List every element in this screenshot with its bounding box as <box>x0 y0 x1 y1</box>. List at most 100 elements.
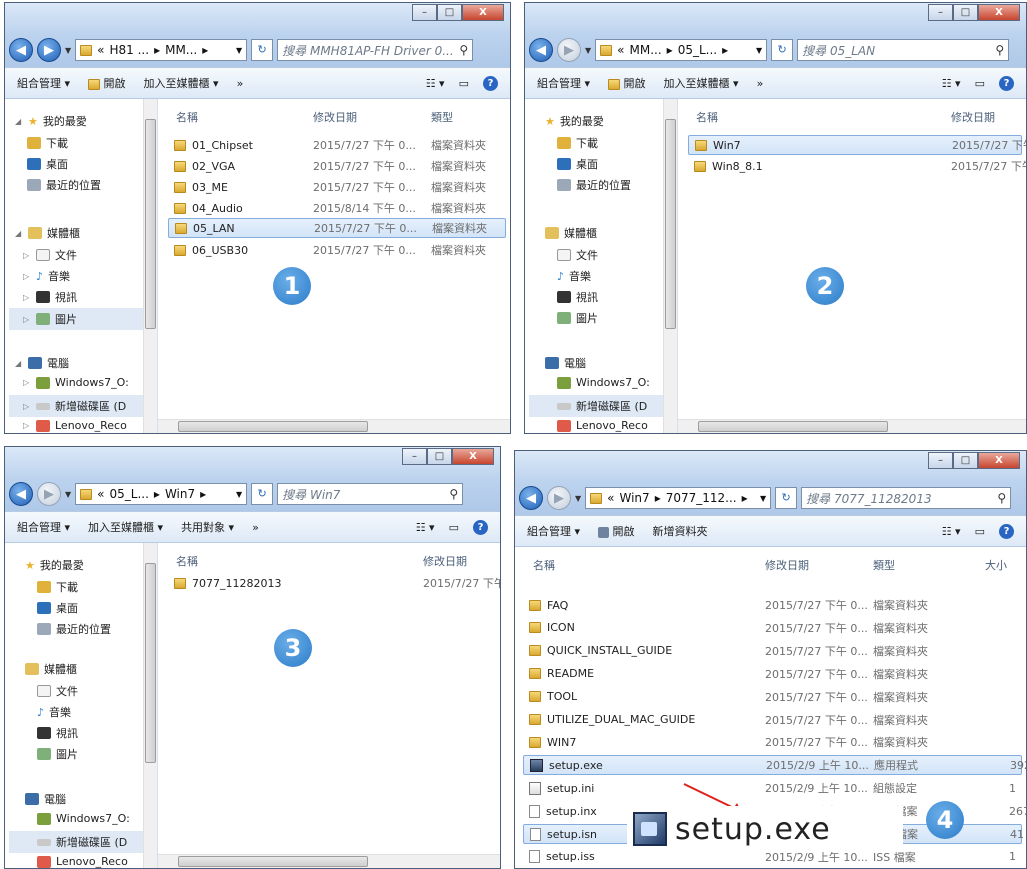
horizontal-scrollbar[interactable] <box>158 419 510 433</box>
scroll-thumb[interactable] <box>665 119 676 329</box>
recent-pages-dropdown-icon[interactable]: ▼ <box>65 490 71 499</box>
minimize-button[interactable]: – <box>412 4 437 21</box>
address-dropdown-icon[interactable]: ▼ <box>760 494 766 503</box>
file-row[interactable]: ICON 2015/7/27 下午 0... 檔案資料夾 <box>523 618 1022 638</box>
change-view-icon[interactable]: ☷ ▾ <box>942 525 961 538</box>
help-icon[interactable]: ? <box>473 519 488 535</box>
back-arrow-icon[interactable]: ◀ <box>519 486 543 510</box>
close-button[interactable]: X <box>978 452 1020 469</box>
nav-videos[interactable]: ▷ 視訊 <box>23 289 77 305</box>
back-arrow-icon[interactable]: ◀ <box>529 38 553 62</box>
breadcrumb-item[interactable]: MM... <box>630 43 662 57</box>
search-input[interactable]: 搜尋 Win7 ⚲ <box>277 483 464 505</box>
column-header-type[interactable]: 類型 <box>431 109 453 125</box>
preview-pane-icon[interactable]: ▭ <box>449 521 459 534</box>
nav-favorites[interactable]: ◢ ★ 我的最愛 <box>15 113 87 129</box>
help-icon[interactable]: ? <box>999 75 1014 91</box>
file-row[interactable]: FAQ 2015/7/27 下午 0... 檔案資料夾 <box>523 595 1022 615</box>
file-row[interactable]: QUICK_INSTALL_GUIDE 2015/7/27 下午 0... 檔案資料… <box>523 641 1022 661</box>
recent-pages-dropdown-icon[interactable]: ▼ <box>575 494 581 503</box>
address-bar[interactable]: « H81 ... ▸ MM... ▸ ▼ <box>75 39 248 61</box>
file-row[interactable]: UTILIZE_DUAL_MAC_GUIDE 2015/7/27 下午 0... 檔… <box>523 710 1022 730</box>
search-input[interactable]: 搜尋 7077_11282013 ⚲ <box>801 487 1012 509</box>
file-row[interactable]: 03_ME 2015/7/27 下午 0... 檔案資料夾 <box>168 177 506 197</box>
column-header-date[interactable]: 修改日期 <box>423 553 467 569</box>
more-commands-button[interactable]: » <box>237 77 244 90</box>
nav-drive-recovery[interactable]: ▷ Lenovo_Reco <box>23 419 127 432</box>
open-button[interactable]: 開啟 <box>88 75 126 91</box>
include-in-library-menu[interactable]: 加入至媒體櫃 ▾ <box>664 75 739 91</box>
nav-music[interactable]: ▷ ♪ 音樂 <box>23 268 70 284</box>
nav-computer[interactable]: 電腦 <box>545 355 586 371</box>
preview-pane-icon[interactable]: ▭ <box>975 525 985 538</box>
nav-documents[interactable]: 文件 <box>37 683 78 699</box>
breadcrumb-item[interactable]: 7077_112... <box>666 491 737 505</box>
close-button[interactable]: X <box>462 4 504 21</box>
column-header-name[interactable]: 名稱 <box>176 553 198 569</box>
new-folder-button[interactable]: 新增資料夾 <box>653 523 708 539</box>
address-bar[interactable]: « 05_L... ▸ Win7 ▸ ▼ <box>75 483 248 505</box>
scroll-thumb[interactable] <box>145 563 156 763</box>
maximize-button[interactable]: □ <box>437 4 462 21</box>
organize-menu[interactable]: 組合管理 ▾ <box>537 75 590 91</box>
nav-favorites[interactable]: ★ 我的最愛 <box>15 557 84 573</box>
address-bar[interactable]: « MM... ▸ 05_L... ▸ ▼ <box>595 39 768 61</box>
nav-favorites[interactable]: ★ 我的最愛 <box>535 113 604 129</box>
close-button[interactable]: X <box>452 448 494 465</box>
organize-menu[interactable]: 組合管理 ▾ <box>527 523 580 539</box>
horizontal-scrollbar[interactable] <box>678 419 1026 433</box>
search-icon[interactable]: ⚲ <box>995 43 1004 57</box>
preview-pane-icon[interactable]: ▭ <box>459 77 469 90</box>
nav-drive-d[interactable]: ▷ 新增磁碟區 (D <box>9 395 143 417</box>
search-input[interactable]: 搜尋 MMH81AP-FH Driver 0... ⚲ <box>277 39 474 61</box>
nav-music[interactable]: ♪ 音樂 <box>557 268 591 284</box>
file-row[interactable]: README 2015/7/27 下午 0... 檔案資料夾 <box>523 664 1022 684</box>
nav-drive-c[interactable]: ▷ Windows7_O: <box>23 376 129 389</box>
more-commands-button[interactable]: » <box>757 77 764 90</box>
nav-videos[interactable]: 視訊 <box>37 725 78 741</box>
address-dropdown-icon[interactable]: ▼ <box>236 490 242 499</box>
file-row[interactable]: 04_Audio 2015/8/14 下午 0... 檔案資料夾 <box>168 198 506 218</box>
organize-menu[interactable]: 組合管理 ▾ <box>17 75 70 91</box>
nav-libraries[interactable]: 媒體櫃 <box>545 225 597 241</box>
file-row[interactable]: WIN7 2015/7/27 下午 0... 檔案資料夾 <box>523 732 1022 752</box>
maximize-button[interactable]: □ <box>953 4 978 21</box>
file-row[interactable]: 06_USB30 2015/7/27 下午 0... 檔案資料夾 <box>168 240 506 260</box>
address-bar[interactable]: « Win7 ▸ 7077_112... ▸ ▼ <box>585 487 772 509</box>
nav-documents[interactable]: ▷ 文件 <box>23 247 77 263</box>
search-icon[interactable]: ⚲ <box>459 43 468 57</box>
file-row[interactable]: setup.ini 2015/2/9 上午 10... 組態設定 1 <box>523 778 1022 798</box>
column-header-size[interactable]: 大小 <box>985 557 1007 573</box>
nav-recent[interactable]: 最近的位置 <box>557 177 631 193</box>
recent-pages-dropdown-icon[interactable]: ▼ <box>65 46 71 55</box>
nav-scrollbar[interactable] <box>143 99 157 433</box>
file-row[interactable]: TOOL 2015/7/27 下午 0... 檔案資料夾 <box>523 687 1022 707</box>
column-header-name[interactable]: 名稱 <box>696 109 718 125</box>
nav-videos[interactable]: 視訊 <box>557 289 598 305</box>
scroll-thumb[interactable] <box>178 856 368 867</box>
scroll-thumb[interactable] <box>698 421 888 432</box>
open-button[interactable]: 開啟 <box>608 75 646 91</box>
search-icon[interactable]: ⚲ <box>449 487 458 501</box>
address-dropdown-icon[interactable]: ▼ <box>236 46 242 55</box>
nav-desktop[interactable]: 桌面 <box>557 156 598 172</box>
refresh-icon[interactable]: ↻ <box>251 483 274 505</box>
back-arrow-icon[interactable]: ◀ <box>9 38 33 62</box>
search-icon[interactable]: ⚲ <box>997 491 1006 505</box>
nav-recent[interactable]: 最近的位置 <box>37 621 111 637</box>
nav-computer[interactable]: ◢ 電腦 <box>15 355 69 371</box>
breadcrumb-item[interactable]: Win7 <box>165 487 195 501</box>
file-row[interactable]: 02_VGA 2015/7/27 下午 0... 檔案資料夾 <box>168 156 506 176</box>
file-row[interactable]: 01_Chipset 2015/7/27 下午 0... 檔案資料夾 <box>168 135 506 155</box>
forward-arrow-icon[interactable]: ▶ <box>37 38 61 62</box>
organize-menu[interactable]: 組合管理 ▾ <box>17 519 70 535</box>
breadcrumb-item[interactable]: Win7 <box>620 491 650 505</box>
nav-downloads[interactable]: 下載 <box>27 135 68 151</box>
nav-documents[interactable]: 文件 <box>557 247 598 263</box>
horizontal-scrollbar[interactable] <box>158 854 500 868</box>
nav-libraries[interactable]: 媒體櫃 <box>25 661 77 677</box>
file-row[interactable]: Win8_8.1 2015/7/27 下午 <box>688 156 1026 176</box>
column-header-name[interactable]: 名稱 <box>533 557 555 573</box>
nav-desktop[interactable]: 桌面 <box>27 156 68 172</box>
open-button[interactable]: 開啟 <box>598 523 635 539</box>
